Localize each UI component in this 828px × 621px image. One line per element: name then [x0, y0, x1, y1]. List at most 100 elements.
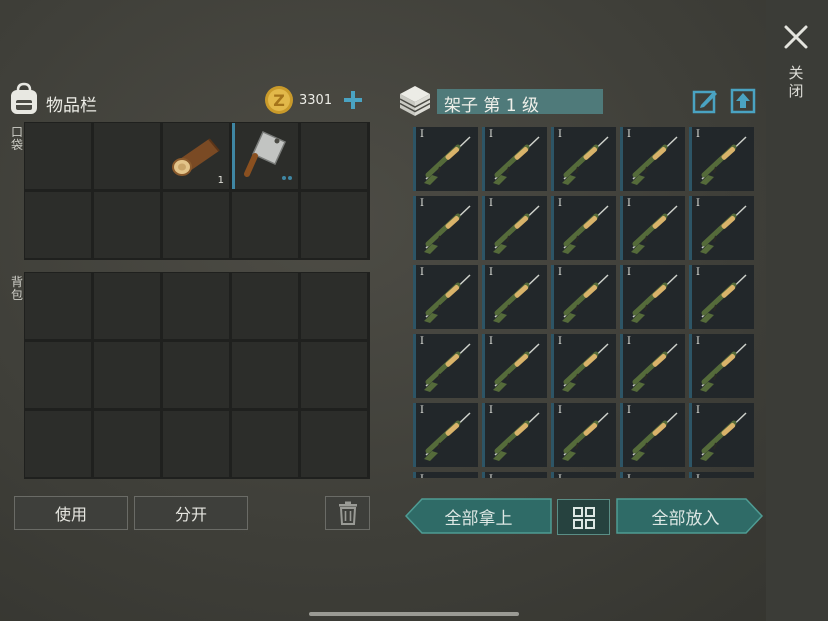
shelf-slot[interactable]: I	[482, 334, 547, 398]
sniper-rifle-icon	[418, 476, 476, 478]
shelf-slot[interactable]: I	[551, 472, 616, 478]
shelf-title: 架子 第 1 级	[444, 96, 540, 116]
backpack-slot[interactable]	[94, 411, 160, 477]
shelf-slot[interactable]: I	[482, 265, 547, 329]
pocket-slot[interactable]	[232, 192, 298, 258]
shelf-slot[interactable]: I	[689, 127, 754, 191]
pocket-slot-selected[interactable]	[232, 123, 298, 189]
shelf-slot[interactable]: I	[413, 472, 478, 478]
split-button[interactable]: 分开	[134, 496, 248, 530]
item-tier-label: I	[627, 129, 631, 140]
sniper-rifle-icon	[487, 269, 545, 327]
pocket-slot[interactable]	[301, 123, 367, 189]
shelf-grid: I I I I I I I I I I I I I I I I I I I I I I I I I I I I I I	[411, 122, 759, 478]
rename-button[interactable]	[692, 88, 718, 114]
shelf-slot[interactable]: I	[689, 196, 754, 260]
item-tier-label: I	[627, 474, 631, 478]
shelf-slot[interactable]: I	[551, 196, 616, 260]
item-tier-label: I	[627, 267, 631, 278]
upgrade-button[interactable]	[730, 88, 756, 114]
pocket-slot[interactable]	[94, 123, 160, 189]
close-icon	[784, 25, 808, 49]
backpack-slot[interactable]	[94, 273, 160, 339]
shelf-slot[interactable]: I	[689, 265, 754, 329]
sniper-rifle-icon	[625, 407, 683, 465]
pocket-slot[interactable]	[25, 123, 91, 189]
item-tier-label: I	[696, 336, 700, 347]
close-button[interactable]	[783, 24, 809, 50]
shelf-slot[interactable]: I	[620, 265, 685, 329]
backpack-slot[interactable]	[25, 342, 91, 408]
backpack-slot[interactable]	[232, 273, 298, 339]
shelf-slot[interactable]: I	[413, 265, 478, 329]
backpack-slot[interactable]	[94, 342, 160, 408]
shelf-slot[interactable]: I	[413, 127, 478, 191]
pocket-slot[interactable]	[94, 192, 160, 258]
item-tier-label: I	[627, 405, 631, 416]
pocket-slot[interactable]: 1	[163, 123, 229, 189]
take-all-button[interactable]: 全部拿上	[405, 498, 552, 534]
item-tier-label: I	[420, 474, 424, 478]
close-label[interactable]: 关闭	[786, 64, 806, 100]
backpack-slot[interactable]	[301, 411, 367, 477]
sniper-rifle-icon	[625, 338, 683, 396]
shelf-slot[interactable]: I	[413, 196, 478, 260]
pocket-section-label: 口袋	[10, 125, 23, 152]
sniper-rifle-icon	[556, 200, 614, 258]
item-tier-label: I	[489, 405, 493, 416]
backpack-slot[interactable]	[232, 342, 298, 408]
sniper-rifle-icon	[694, 269, 752, 327]
backpack-slot[interactable]	[163, 411, 229, 477]
put-all-button[interactable]: 全部放入	[616, 498, 763, 534]
shelf-slot[interactable]: I	[482, 196, 547, 260]
sniper-rifle-icon	[487, 200, 545, 258]
item-tier-label: I	[696, 405, 700, 416]
shelf-slot[interactable]: I	[620, 196, 685, 260]
shelf-slot[interactable]: I	[551, 403, 616, 467]
backpack-slot[interactable]	[25, 273, 91, 339]
shelf-slot[interactable]: I	[551, 127, 616, 191]
item-tier-label: I	[696, 267, 700, 278]
shelf-slot[interactable]: I	[689, 334, 754, 398]
item-tier-label: I	[558, 336, 562, 347]
shelf-slot[interactable]: I	[551, 334, 616, 398]
rename-icon	[692, 90, 717, 114]
shelf-slot[interactable]: I	[620, 472, 685, 478]
item-tier-label: I	[627, 336, 631, 347]
shelf-slot[interactable]: I	[620, 403, 685, 467]
delete-button[interactable]	[325, 496, 370, 530]
backpack-slot[interactable]	[163, 273, 229, 339]
backpack-slot[interactable]	[163, 342, 229, 408]
backpack-slot[interactable]	[301, 342, 367, 408]
log-icon	[172, 138, 220, 176]
pocket-slot[interactable]	[301, 192, 367, 258]
shelf-slot[interactable]: I	[620, 334, 685, 398]
shelf-slot[interactable]: I	[482, 403, 547, 467]
coin-count: 3301	[299, 93, 333, 108]
item-tier-label: I	[420, 336, 424, 347]
shelf-slot[interactable]: I	[482, 472, 547, 478]
backpack-slot[interactable]	[25, 411, 91, 477]
backpack-slot[interactable]	[301, 273, 367, 339]
backpack-slot[interactable]	[232, 411, 298, 477]
add-coins-button[interactable]	[341, 88, 365, 112]
coin-icon: Z	[264, 85, 294, 115]
shelf-slot[interactable]: I	[413, 403, 478, 467]
shelf-slot[interactable]: I	[689, 403, 754, 467]
backpack-icon	[8, 82, 40, 116]
item-tier-label: I	[420, 198, 424, 209]
shelf-slot[interactable]: I	[482, 127, 547, 191]
item-tier-label: I	[420, 129, 424, 140]
shelf-slot[interactable]: I	[620, 127, 685, 191]
use-button[interactable]: 使用	[14, 496, 128, 530]
shelf-slot[interactable]: I	[551, 265, 616, 329]
sniper-rifle-icon	[625, 269, 683, 327]
grid-view-toggle[interactable]	[557, 499, 610, 535]
item-tier-label: I	[420, 267, 424, 278]
shelf-slot[interactable]: I	[413, 334, 478, 398]
item-tier-label: I	[558, 474, 562, 478]
pocket-slot[interactable]	[25, 192, 91, 258]
shelf-slot[interactable]: I	[689, 472, 754, 478]
pocket-slot[interactable]	[163, 192, 229, 258]
sniper-rifle-icon	[556, 476, 614, 478]
